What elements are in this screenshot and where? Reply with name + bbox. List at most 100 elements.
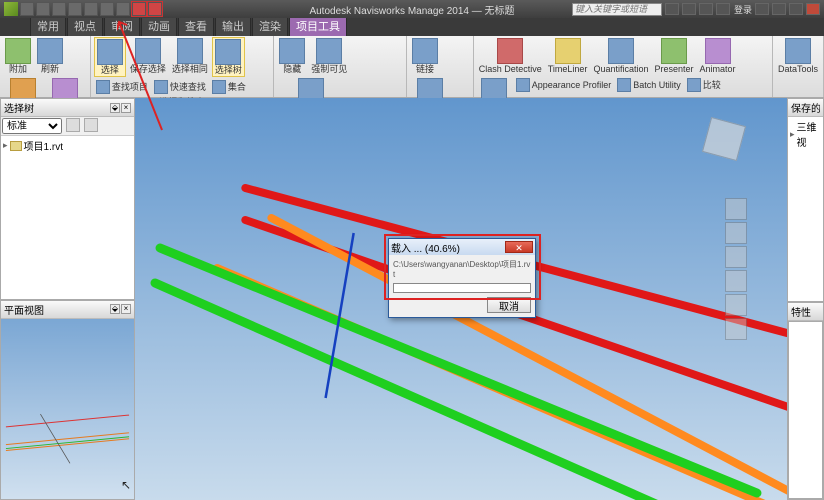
tab-输出[interactable]: 输出 xyxy=(215,15,251,36)
qat-redo-icon[interactable] xyxy=(116,2,130,16)
ribbon-btn-label: TimeLiner xyxy=(548,64,588,74)
ribbon-btn-label: 刷新 xyxy=(41,64,59,74)
app-logo-icon[interactable] xyxy=(4,2,18,16)
close-icon[interactable] xyxy=(806,3,820,15)
ribbon-btn-Presenter[interactable]: Presenter xyxy=(652,37,695,75)
ribbon-btn-选择树[interactable]: 选择树 xyxy=(212,37,245,77)
tree-tool-icon[interactable] xyxy=(66,118,80,132)
tab-常用[interactable]: 常用 xyxy=(30,15,66,36)
qat-print-icon[interactable] xyxy=(68,2,82,16)
properties-panel: 特性 xyxy=(787,302,824,500)
ribbon-btn-label: 比较 xyxy=(703,80,721,90)
tab-动画[interactable]: 动画 xyxy=(141,15,177,36)
强制可见-icon xyxy=(316,38,342,64)
ribbon-group-选择和搜索: 选择保存选择选择相同选择树查找项目快速查找集合选择和搜索 xyxy=(91,36,274,97)
ribbon-btn-Batch Utility[interactable]: Batch Utility xyxy=(615,77,683,93)
viewpoint-item[interactable]: 三维视 xyxy=(790,119,821,149)
Appearance Profiler-icon xyxy=(516,78,530,92)
ribbon-btn-快速查找[interactable]: 快速查找 xyxy=(152,79,208,95)
help-icon[interactable] xyxy=(755,3,769,15)
qat-highlighted-icon[interactable] xyxy=(132,2,146,16)
ribbon-btn-label: 选择 xyxy=(101,65,119,75)
pin-icon[interactable]: ⬙ xyxy=(110,103,120,113)
Animator-icon xyxy=(705,38,731,64)
wheel-icon[interactable] xyxy=(725,198,747,220)
pan-icon[interactable] xyxy=(725,222,747,244)
saved-viewpoints-title: 保存的视点 xyxy=(791,100,820,115)
selection-tree-panel: 选择树 ⬙× 标准 项目1.rvt xyxy=(0,98,135,300)
cancel-button[interactable]: 取消 xyxy=(487,297,531,313)
ribbon-btn-TimeLiner[interactable]: TimeLiner xyxy=(546,37,590,75)
刷新-icon xyxy=(37,38,63,64)
ribbon-btn-label: 查找项目 xyxy=(112,82,148,92)
dialog-close-icon[interactable]: ✕ xyxy=(505,241,533,253)
ribbon-btn-隐藏[interactable]: 隐藏 xyxy=(277,37,307,75)
qat-highlighted2-icon[interactable] xyxy=(148,2,162,16)
maximize-icon[interactable] xyxy=(789,3,803,15)
ribbon-btn-附加[interactable]: 附加 xyxy=(3,37,33,75)
ribbon-btn-label: Batch Utility xyxy=(633,80,681,90)
zoom-icon[interactable] xyxy=(725,246,747,268)
properties-title: 特性 xyxy=(791,304,811,319)
ribbon-btn-label: Quantification xyxy=(593,64,648,74)
tab-审阅[interactable]: 审阅 xyxy=(104,15,140,36)
tab-项目工具[interactable]: 项目工具 xyxy=(289,15,347,36)
exchange-icon[interactable] xyxy=(699,3,713,15)
ribbon-btn-label: 强制可见 xyxy=(311,64,347,74)
qat-new-icon[interactable] xyxy=(20,2,34,16)
ribbon-btn-保存选择[interactable]: 保存选择 xyxy=(128,37,168,75)
ribbon-btn-选择[interactable]: 选择 xyxy=(94,37,126,77)
ribbon-btn-集合[interactable]: 集合 xyxy=(210,79,248,95)
selection-tree-mode-select[interactable]: 标准 xyxy=(2,118,62,134)
qat-save-icon[interactable] xyxy=(52,2,66,16)
ribbon-btn-label: Presenter xyxy=(654,64,693,74)
sub-icon[interactable] xyxy=(682,3,696,15)
plan-view-title: 平面视图 xyxy=(4,302,44,317)
tab-查看[interactable]: 查看 xyxy=(178,15,214,36)
ribbon-btn-选择相同[interactable]: 选择相同 xyxy=(170,37,210,75)
orbit-icon[interactable] xyxy=(725,270,747,292)
favorite-icon[interactable] xyxy=(716,3,730,15)
ribbon-btn-Clash Detective[interactable]: Clash Detective xyxy=(477,37,544,75)
login-label[interactable]: 登录 xyxy=(734,3,752,16)
Quantification-icon xyxy=(608,38,634,64)
ribbon-btn-比较[interactable]: 比较 xyxy=(685,77,723,93)
Batch Utility-icon xyxy=(617,78,631,92)
qat-undo-icon[interactable] xyxy=(100,2,114,16)
tree-item[interactable]: 项目1.rvt xyxy=(3,138,132,153)
search-icon[interactable] xyxy=(665,3,679,15)
dialog-title: 载入 ... (40.6%) xyxy=(391,240,460,255)
qat-open-icon[interactable] xyxy=(36,2,50,16)
tab-渲染[interactable]: 渲染 xyxy=(252,15,288,36)
查找项目-icon xyxy=(96,80,110,94)
ribbon-tabs: 常用视点审阅动画查看输出渲染项目工具 xyxy=(0,18,824,36)
plan-view-canvas[interactable] xyxy=(1,319,134,499)
ribbon-btn-查找项目[interactable]: 查找项目 xyxy=(94,79,150,95)
ribbon-btn-Animator[interactable]: Animator xyxy=(698,37,738,75)
tree-tool2-icon[interactable] xyxy=(84,118,98,132)
ribbon-btn-刷新[interactable]: 刷新 xyxy=(35,37,65,75)
ribbon-btn-DataTools[interactable]: DataTools xyxy=(776,37,820,75)
ribbon-btn-label: 链接 xyxy=(416,64,434,74)
ribbon-btn-label: Clash Detective xyxy=(479,64,542,74)
ribbon-btn-Appearance Profiler[interactable]: Appearance Profiler xyxy=(514,77,614,93)
help-search-input[interactable] xyxy=(572,3,662,16)
ribbon-btn-链接[interactable]: 链接 xyxy=(410,37,440,75)
walk-icon[interactable] xyxy=(725,318,747,340)
Presenter-icon xyxy=(661,38,687,64)
selection-tree-title: 选择树 xyxy=(4,100,34,115)
集合-icon xyxy=(212,80,226,94)
tree-item-label: 项目1.rvt xyxy=(24,138,63,153)
minimize-icon[interactable] xyxy=(772,3,786,15)
qat-refresh-icon[interactable] xyxy=(84,2,98,16)
ribbon-btn-强制可见[interactable]: 强制可见 xyxy=(309,37,349,75)
panel-close-icon[interactable]: × xyxy=(121,103,131,113)
tab-视点[interactable]: 视点 xyxy=(67,15,103,36)
dialog-path: C:\Users\wangyanan\Desktop\项目1.rvt xyxy=(393,259,531,279)
ribbon-btn-Quantification[interactable]: Quantification xyxy=(591,37,650,75)
title-bar: Autodesk Navisworks Manage 2014 — 无标题 登录 xyxy=(0,0,824,18)
DataTools-icon xyxy=(785,38,811,64)
look-icon[interactable] xyxy=(725,294,747,316)
panel-close-icon[interactable]: × xyxy=(121,304,131,314)
pin-icon[interactable]: ⬙ xyxy=(110,304,120,314)
